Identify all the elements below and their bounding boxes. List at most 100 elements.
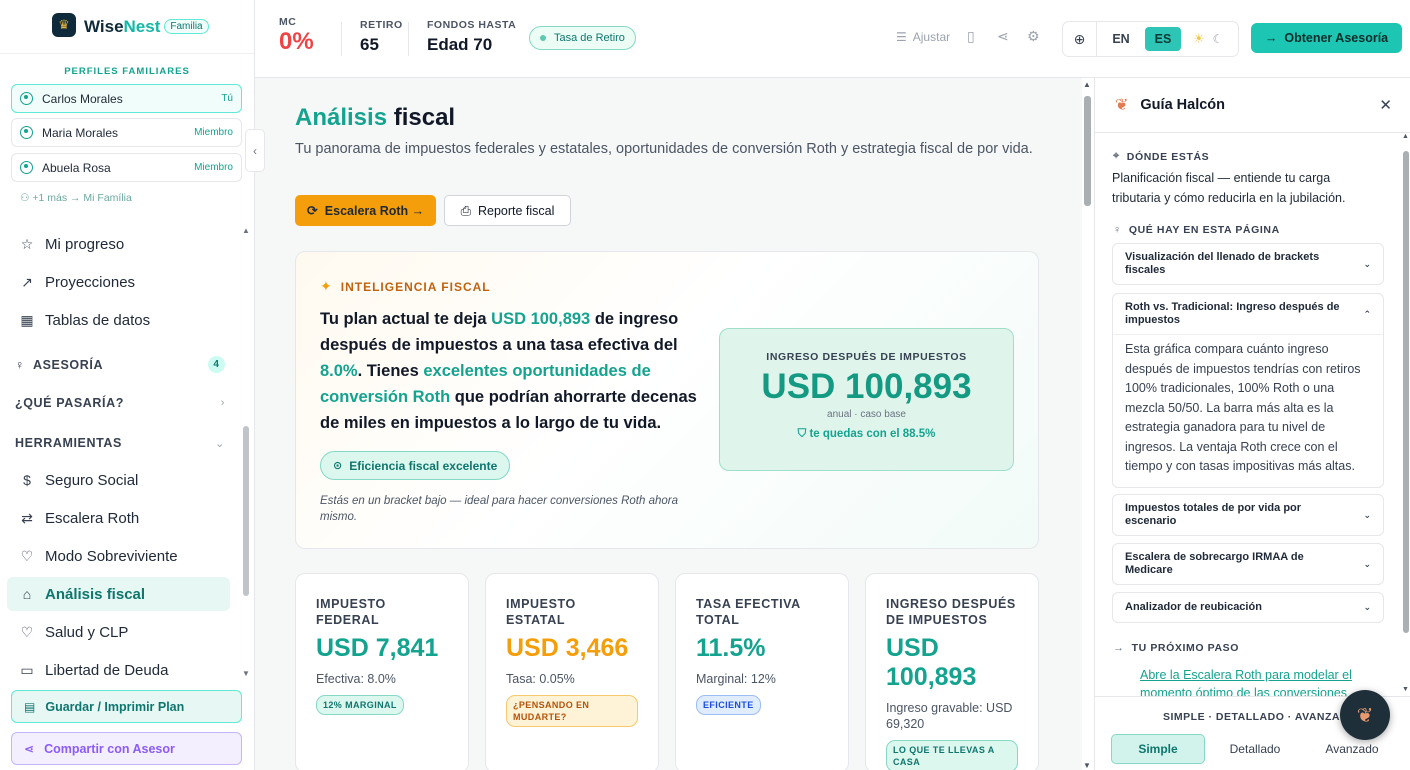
chevron-down-icon: ⌄: [1363, 509, 1371, 520]
brand-name[interactable]: WiseNest: [84, 17, 160, 37]
swap-arrows-icon: ⇄: [21, 509, 33, 526]
nav-item-proyecciones[interactable]: ↗ Proyecciones: [7, 265, 230, 299]
roth-ladder-button[interactable]: ⟳ Escalera Roth →: [295, 195, 436, 226]
brand-badge: Familia: [164, 19, 209, 34]
feather-icon: ❦: [1115, 97, 1129, 114]
metric-badge: LO QUE TE LLEVAS A CASA: [886, 740, 1018, 770]
page-title: Análisis fiscal: [295, 104, 456, 131]
status-dot: [540, 35, 546, 41]
lang-en-button[interactable]: EN: [1103, 27, 1139, 51]
get-advice-button[interactable]: → Obtener Asesoría: [1251, 23, 1402, 53]
withdrawal-rate-pill[interactable]: Tasa de Retiro: [529, 26, 636, 50]
nav-section-que-pasaria[interactable]: ¿QUÉ PASARÍA? ›: [15, 396, 225, 410]
scrollbar-thumb[interactable]: [1084, 96, 1091, 206]
family-profiles-title: PERFILES FAMILIARES: [64, 66, 190, 77]
nav-item-tablas[interactable]: ▦ Tablas de datos: [7, 303, 230, 337]
sun-icon[interactable]: ☀: [1193, 31, 1205, 47]
document-icon[interactable]: ▯: [967, 28, 975, 45]
metric-badge[interactable]: ¿PENSANDO EN MUDARTE?: [506, 695, 638, 727]
metric-value: USD 7,841: [316, 634, 439, 662]
nav-section-herramientas[interactable]: HERRAMIENTAS ⌄: [15, 436, 225, 450]
hawk-assistant-button[interactable]: ❦: [1340, 690, 1390, 740]
page-subtitle: Tu panorama de impuestos federales y est…: [295, 141, 1033, 157]
sidebar-scrollbar[interactable]: ▲ ▼: [242, 226, 250, 678]
efficiency-pill: ⊙ Eficiencia fiscal excelente: [320, 451, 511, 480]
scroll-up-icon[interactable]: ▲: [1402, 133, 1409, 140]
mode-simple-button[interactable]: Simple: [1111, 734, 1205, 764]
guide-accordion-item[interactable]: Analizador de reubicación ⌄: [1112, 592, 1384, 623]
nav-item-mi-progreso[interactable]: ☆ Mi progreso: [7, 227, 230, 261]
guide-scrollbar[interactable]: ▲ ▼: [1402, 133, 1410, 693]
member-name: Abuela Rosa: [42, 160, 111, 175]
nav-item-analisis-fiscal[interactable]: ⌂ Análisis fiscal: [7, 577, 230, 611]
collapse-sidebar-button[interactable]: ‹: [245, 129, 265, 172]
user-circle-icon: [20, 126, 33, 139]
scroll-down-icon[interactable]: ▼: [1402, 686, 1409, 693]
nav-item-escalera-roth[interactable]: ⇄ Escalera Roth: [7, 501, 230, 535]
scrollbar-thumb[interactable]: [1403, 151, 1409, 633]
guide-panel: ❦ Guía Halcón ✕ ⌖ DÓNDE ESTÁS Planificaci…: [1094, 78, 1410, 770]
lang-es-button[interactable]: ES: [1145, 27, 1181, 51]
family-member-carlos[interactable]: Carlos Morales Tú: [11, 84, 242, 113]
nav-item-salud-clp[interactable]: ♡ Salud y CLP: [7, 615, 230, 649]
where-text: Planificación fiscal — entiende tu carga…: [1112, 171, 1346, 205]
close-icon[interactable]: ✕: [1379, 96, 1392, 114]
scrollbar-thumb[interactable]: [243, 426, 249, 596]
divider: [341, 22, 342, 56]
bank-icon: ⌂: [22, 586, 32, 602]
chevron-down-icon: ⌄: [215, 437, 225, 450]
guide-accordion-item-open[interactable]: Roth vs. Tradicional: Ingreso después de…: [1112, 293, 1384, 488]
mode-label: SIMPLE · DETALLADO · AVANZADO: [1163, 711, 1357, 723]
nav-item-seguro-social[interactable]: $ Seguro Social: [7, 463, 230, 497]
main-scrollbar[interactable]: ▲ ▼: [1082, 78, 1094, 770]
scroll-up-icon[interactable]: ▲: [242, 226, 250, 235]
guide-accordion-item[interactable]: Escalera de sobrecargo IRMAA de Medicare…: [1112, 543, 1384, 585]
nav-item-libertad-deuda[interactable]: ▭ Libertad de Deuda: [7, 653, 230, 687]
family-member-rosa[interactable]: Abuela Rosa Miembro: [11, 153, 242, 182]
guide-accordion-item[interactable]: Visualización del llenado de brackets fi…: [1112, 243, 1384, 285]
intel-tag: ✦ INTELIGENCIA FISCAL: [320, 278, 491, 294]
scroll-down-icon[interactable]: ▼: [242, 669, 250, 678]
gear-icon[interactable]: ⚙: [1027, 28, 1040, 45]
metric-card-federal: IMPUESTO FEDERAL USD 7,841 Efectiva: 8.0…: [295, 573, 469, 770]
trend-icon: ↗: [21, 273, 33, 290]
metric-value: USD 100,893: [886, 634, 977, 691]
main-content: Análisis fiscal Tu panorama de impuestos…: [255, 78, 1082, 770]
top-bar: MC 0% RETIRO 65 FONDOS HASTA Edad 70 Tas…: [255, 0, 1410, 78]
what-label: ♀ QUÉ HAY EN ESTA PÁGINA: [1113, 224, 1280, 236]
share-advisor-button[interactable]: ⋖ Compartir con Asesor: [11, 732, 242, 765]
next-step-label: → TU PRÓXIMO PASO: [1113, 642, 1240, 654]
member-tag: Miembro: [194, 162, 233, 173]
tax-report-button[interactable]: ⎙ Reporte fiscal: [444, 195, 571, 226]
nav-item-modo-sobreviviente[interactable]: ♡ Modo Sobreviviente: [7, 539, 230, 573]
guide-accordion-item[interactable]: Impuestos totales de por vida por escena…: [1112, 494, 1384, 536]
mc-value: 0%: [279, 28, 314, 55]
mode-avanzado-button[interactable]: Avanzado: [1305, 734, 1399, 764]
moon-icon[interactable]: ☾: [1213, 32, 1224, 46]
brand-header: ♛ WiseNest Familia: [0, 0, 254, 54]
save-print-plan-button[interactable]: ▤ Guardar / Imprimir Plan: [11, 690, 242, 723]
users-icon: ⚇: [20, 192, 33, 204]
sparkle-icon: ✦: [320, 278, 333, 294]
user-circle-icon: [20, 92, 33, 105]
user-circle-icon: [20, 161, 33, 174]
family-more-link[interactable]: ⚇ +1 más → Mi Família: [20, 192, 132, 204]
after-tax-label: INGRESO DESPUÉS DE IMPUESTOS: [766, 351, 967, 363]
scroll-up-icon[interactable]: ▲: [1083, 80, 1091, 89]
family-member-maria[interactable]: Maria Morales Miembro: [11, 118, 242, 147]
heart-icon: ♡: [20, 547, 34, 564]
scroll-down-icon[interactable]: ▼: [1083, 761, 1091, 770]
accordion-body: Esta gráfica compara cuánto ingreso desp…: [1113, 334, 1383, 487]
lightbulb-icon: ♀: [15, 357, 25, 372]
asesoria-count-badge: 4: [208, 356, 225, 373]
intel-note: Estás en un bracket bajo — ideal para ha…: [320, 495, 678, 523]
mode-detallado-button[interactable]: Detallado: [1208, 734, 1302, 764]
adjust-button[interactable]: ☰ Ajustar: [896, 30, 950, 44]
share-icon[interactable]: ⋖: [997, 28, 1009, 45]
nav-section-asesoria[interactable]: ♀ ASESORÍA 4: [15, 356, 225, 373]
arrow-right-icon: →: [1113, 642, 1125, 654]
chevron-down-icon: ⌄: [1363, 258, 1371, 269]
heart-pulse-icon: ♡: [20, 623, 34, 640]
arrow-right-icon: →: [1264, 31, 1278, 45]
stat-mc: MC 0%: [279, 16, 314, 55]
